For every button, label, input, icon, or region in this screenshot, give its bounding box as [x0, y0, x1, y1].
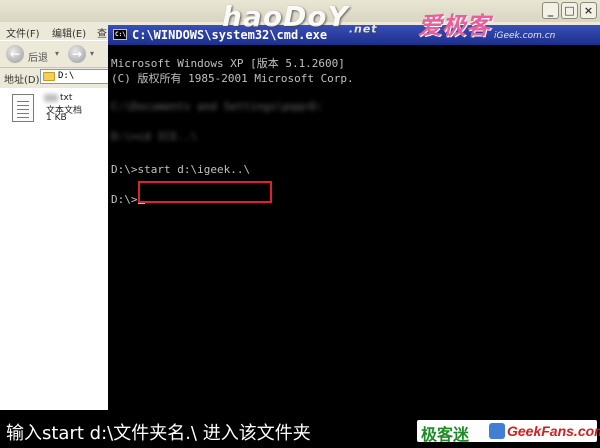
folder-icon	[43, 72, 55, 81]
menu-file[interactable]: 文件(F)	[6, 25, 40, 40]
site-logo: 极客迷 GeekFans.com	[417, 420, 600, 444]
forward-dropdown-icon[interactable]: ▾	[90, 49, 94, 58]
back-arrow-icon[interactable]: ←	[6, 45, 24, 63]
logo-english: GeekFans.com	[507, 423, 600, 439]
back-label[interactable]: 后退	[28, 49, 48, 64]
console-command-text: start d:\igeek..\	[137, 163, 251, 176]
file-name: txt	[60, 93, 73, 103]
file-list: txt 文本文档 1 KB	[0, 88, 110, 410]
address-label: 地址(D)	[4, 75, 40, 86]
command-highlight-box	[138, 181, 272, 203]
console-line-version: Microsoft Windows XP [版本 5.1.2600]	[111, 57, 345, 70]
text-file-icon	[12, 94, 34, 122]
console-icon: C:\	[113, 29, 127, 40]
maximize-button[interactable]: □	[561, 2, 578, 19]
logo-chinese: 极客迷	[421, 425, 470, 444]
logo-icon	[489, 423, 505, 439]
console-line-blurred: C:\Documents and Settings\pqq>D:	[111, 100, 323, 113]
console-line-blurred: D:\>cd ICE..\	[111, 130, 198, 143]
blurred-filename	[44, 94, 58, 102]
brand-logo: 爱极客	[418, 12, 490, 40]
forward-arrow-icon[interactable]: →	[68, 45, 86, 63]
console-prompt: D:\>	[111, 163, 138, 176]
minimize-button[interactable]: _	[542, 2, 559, 19]
caption-text: 输入start d:\文件夹名.\ 进入该文件夹	[6, 423, 311, 444]
address-input[interactable]: D:\	[40, 69, 110, 84]
console-line-copyright: (C) 版权所有 1985-2001 Microsoft Corp.	[111, 72, 354, 85]
back-dropdown-icon[interactable]: ▾	[55, 49, 59, 58]
address-bar: 地址(D) D:\	[0, 67, 110, 87]
menu-view[interactable]: 查	[97, 25, 107, 40]
console-prompt: D:\>	[111, 193, 138, 206]
cmd-window: C:\ C:\WINDOWS\system32\cmd.exe Microsof…	[108, 25, 600, 448]
console-output[interactable]: Microsoft Windows XP [版本 5.1.2600] (C) 版…	[108, 45, 600, 448]
menu-edit[interactable]: 编辑(E)	[52, 25, 86, 40]
close-button[interactable]: ×	[580, 2, 597, 19]
explorer-menubar: 文件(F) 编辑(E) 查	[0, 22, 110, 40]
explorer-toolbar: ← 后退 ▾ → ▾	[0, 40, 110, 68]
watermark-logo: haoDoY.net	[222, 0, 378, 36]
address-value: D:\	[58, 71, 75, 81]
console-line-command: D:\>start d:\igeek..\	[111, 163, 250, 176]
brand-url: iGeek.com.cn	[494, 31, 556, 41]
file-size: 1 KB	[46, 113, 67, 123]
